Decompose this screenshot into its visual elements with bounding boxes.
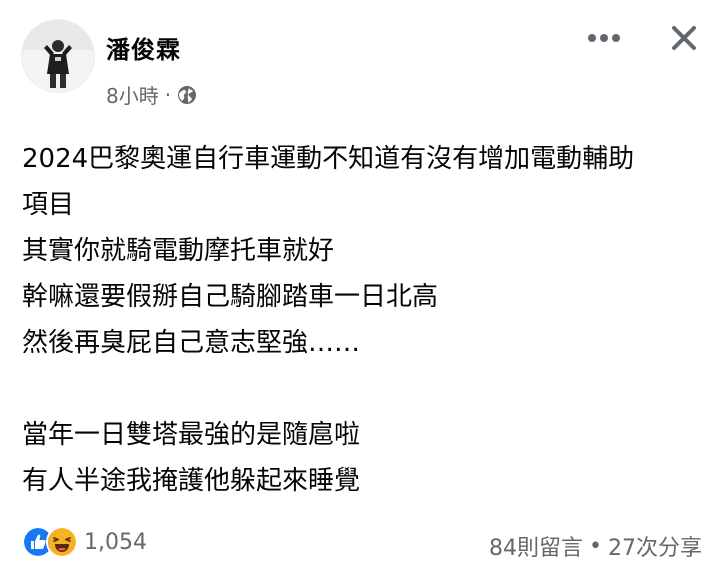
post-line-blank: [22, 366, 702, 412]
post-line: 項目: [22, 190, 75, 220]
post-body: 2024巴黎奧運自行車運動不知道有沒有增加電動輔助 項目 其實你就騎電動摩托車就…: [22, 136, 702, 504]
reactions-summary[interactable]: 1,054: [22, 526, 147, 558]
post-line: 有人半途我掩護他躲起來睡覺: [22, 466, 361, 496]
shares-count[interactable]: 27次分享: [608, 530, 702, 562]
globe-icon[interactable]: [177, 85, 197, 105]
close-button[interactable]: [662, 20, 706, 56]
more-options-button[interactable]: [582, 20, 626, 56]
post-line: 幹嘛還要假掰自己騎腳踏車一日北高: [22, 282, 439, 312]
post-header: 潘俊霖 8小時 ·: [22, 20, 702, 116]
meta-separator: ·: [164, 82, 172, 107]
haha-icon: [46, 526, 78, 558]
facebook-post: 潘俊霖 8小時 · 2024巴黎奧運自行車運動不知道有沒有增加電動輔助 項目 其…: [0, 0, 720, 570]
engagement-stats: 84則留言 • 27次分享: [489, 530, 702, 562]
stats-separator: •: [589, 533, 602, 559]
close-icon: [672, 26, 696, 50]
post-time[interactable]: 8小時: [106, 80, 159, 109]
post-line: 然後再臭屁自己意志堅強……: [22, 328, 361, 358]
author-name[interactable]: 潘俊霖: [106, 30, 181, 65]
avatar[interactable]: [22, 20, 94, 92]
reaction-count: 1,054: [84, 529, 147, 555]
comments-count[interactable]: 84則留言: [489, 530, 583, 562]
post-line: 當年一日雙塔最強的是隨扈啦: [22, 420, 361, 450]
post-footer: 1,054 84則留言 • 27次分享: [22, 520, 702, 564]
post-line: 2024巴黎奧運自行車運動不知道有沒有增加電動輔助: [22, 144, 635, 174]
more-icon: [588, 34, 620, 42]
avatar-image: [22, 20, 94, 92]
post-line: 其實你就騎電動摩托車就好: [22, 236, 335, 266]
post-meta: 8小時 ·: [106, 80, 197, 109]
